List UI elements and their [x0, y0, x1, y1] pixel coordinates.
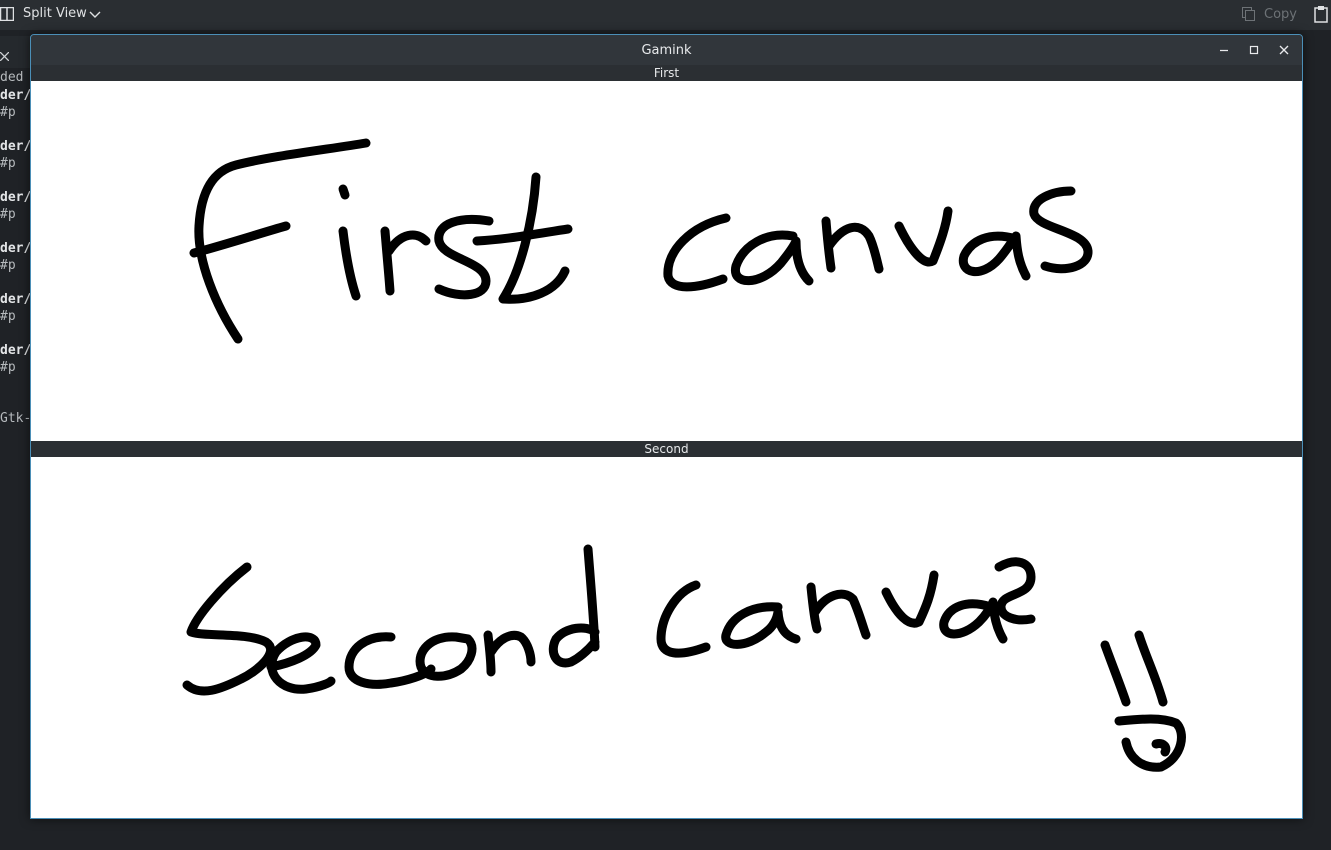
- terminal-line: #p: [0, 207, 16, 222]
- second-canvas[interactable]: [31, 457, 1302, 818]
- second-canvas-ink: [182, 544, 1186, 772]
- minimize-icon[interactable]: [1216, 42, 1232, 58]
- maximize-icon[interactable]: [1246, 42, 1262, 58]
- second-canvas-label: Second: [31, 441, 1302, 457]
- terminal-line: Gtk-: [0, 411, 32, 426]
- copy-label: Copy: [1264, 7, 1297, 22]
- terminal-line: #p: [0, 105, 16, 120]
- first-canvas-ink: [189, 138, 1093, 344]
- gamink-window: Gamink First Second: [30, 34, 1303, 819]
- paste-icon[interactable]: [1314, 5, 1328, 23]
- background-toolbar: Split View Copy: [0, 0, 1331, 30]
- terminal-line: #p: [0, 258, 16, 273]
- window-title: Gamink: [641, 43, 692, 58]
- terminal-line: #p: [0, 309, 16, 324]
- split-view-button[interactable]: Split View: [23, 6, 87, 21]
- split-view-icon[interactable]: [0, 6, 15, 22]
- terminal-line: #p: [0, 156, 16, 171]
- window-titlebar[interactable]: Gamink: [31, 35, 1302, 65]
- tab-close-icon[interactable]: [0, 46, 10, 62]
- terminal-line: #p: [0, 360, 16, 375]
- copy-icon: [1242, 7, 1256, 21]
- first-canvas-label: First: [31, 65, 1302, 81]
- close-icon[interactable]: [1276, 42, 1292, 58]
- first-canvas[interactable]: [31, 81, 1302, 441]
- chevron-down-icon[interactable]: [89, 9, 101, 19]
